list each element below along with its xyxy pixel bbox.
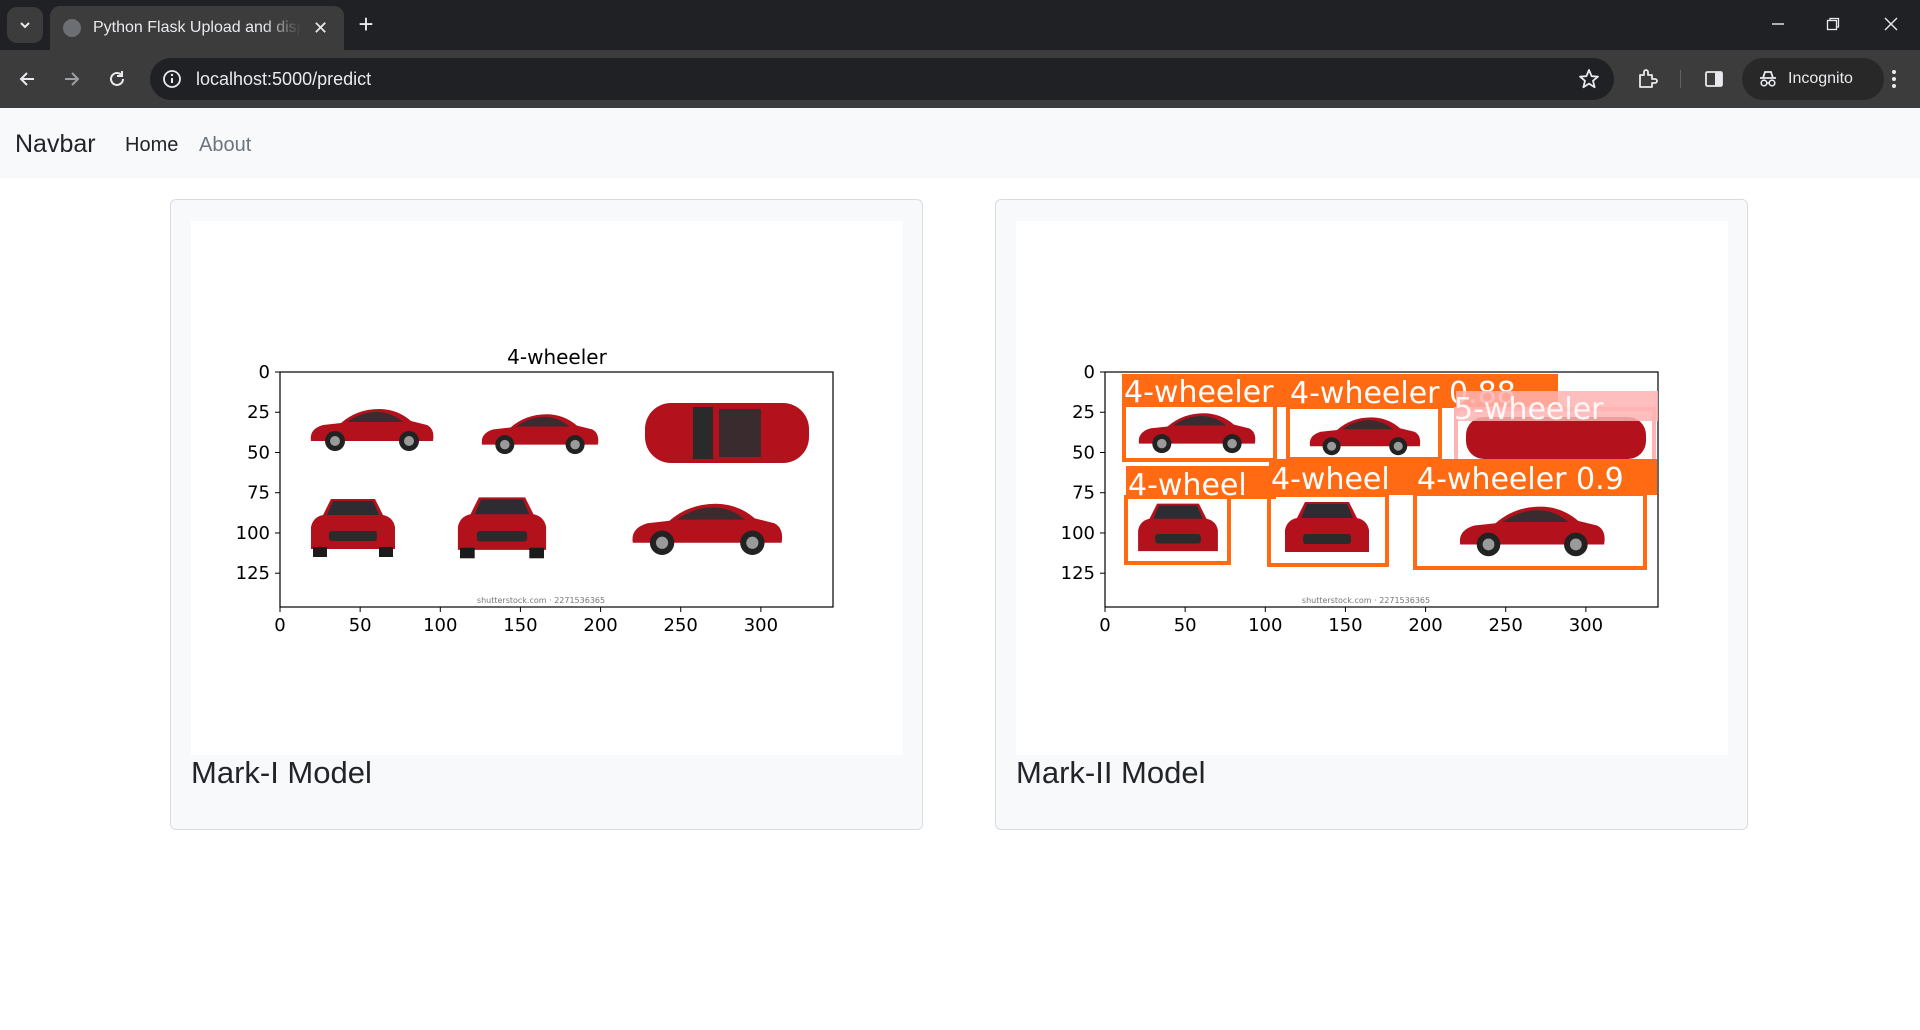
card-title-mark-i: Mark-I Model (191, 755, 372, 790)
site-navbar: Navbar Home About (0, 108, 1920, 178)
window-close-icon[interactable] (1879, 12, 1903, 36)
plot-title: 4-wheeler (507, 345, 607, 369)
star-icon[interactable] (1578, 68, 1600, 95)
image-watermark: shutterstock.com · 2271536365 (477, 596, 605, 605)
navbar-brand[interactable]: Navbar (15, 130, 96, 159)
x-tick-label: 50 (1174, 615, 1197, 636)
y-tick-label: 75 (1072, 483, 1095, 504)
prediction-plot-mark-ii: 4-wheeler 4-wheeler 0.88 5-wheeler 4-whe… (1016, 221, 1728, 755)
x-tick-label: 200 (1408, 615, 1442, 636)
restore-icon[interactable] (1821, 12, 1845, 36)
y-tick-label: 125 (236, 563, 270, 584)
card-mark-i: 4-wheeler shutterstock.com · 2271536365 … (170, 199, 923, 830)
x-axis-ticks: 0 50 100 150 200 250 300 (274, 607, 778, 636)
x-tick-label: 200 (583, 615, 617, 636)
detection-label: 4-wheel (1128, 468, 1247, 503)
nav-link-home[interactable]: Home (125, 134, 178, 157)
y-tick-label: 75 (247, 483, 270, 504)
y-tick-label: 100 (1061, 523, 1095, 544)
y-tick-label: 125 (1061, 563, 1095, 584)
y-tick-label: 50 (1072, 442, 1095, 463)
x-tick-label: 150 (1328, 615, 1362, 636)
y-tick-label: 100 (236, 523, 270, 544)
active-tab[interactable]: Python Flask Upload and display image ✕ (50, 6, 344, 50)
close-icon[interactable]: ✕ (313, 18, 328, 39)
menu-icon[interactable] (1879, 64, 1909, 94)
incognito-badge[interactable]: Incognito (1742, 58, 1884, 100)
y-tick-label: 25 (247, 402, 270, 423)
x-tick-label: 300 (744, 615, 778, 636)
y-tick-label: 0 (259, 362, 270, 383)
tab-title: Python Flask Upload and display image (93, 19, 301, 36)
toolbar-divider (1680, 70, 1681, 88)
nav-link-about[interactable]: About (199, 134, 251, 157)
card-mark-ii: 4-wheeler 4-wheeler 0.88 5-wheeler 4-whe… (995, 199, 1748, 830)
detection-label: 4-wheel (1271, 462, 1390, 497)
browser-toolbar: localhost:5000/predict Incognito (0, 50, 1920, 108)
address-bar[interactable]: localhost:5000/predict (150, 58, 1614, 100)
x-tick-label: 100 (1248, 615, 1282, 636)
x-tick-label: 100 (423, 615, 457, 636)
y-axis-ticks: 0 25 50 75 100 125 (236, 362, 280, 584)
prediction-plot-mark-i: 4-wheeler shutterstock.com · 2271536365 … (191, 221, 903, 755)
y-tick-label: 50 (247, 442, 270, 463)
card-title-mark-ii: Mark-II Model (1016, 755, 1206, 790)
reload-icon[interactable] (102, 64, 132, 94)
y-axis-ticks: 0 25 50 75 100 125 (1061, 362, 1105, 584)
url-text: localhost:5000/predict (196, 69, 372, 89)
y-tick-label: 0 (1084, 362, 1095, 383)
detection-label: 4-wheeler 0.9 (1417, 462, 1624, 497)
side-panel-icon[interactable] (1699, 64, 1729, 94)
info-icon[interactable] (162, 69, 182, 94)
forward-icon[interactable] (57, 64, 87, 94)
detection-label: 5-wheeler (1454, 392, 1604, 427)
x-tick-label: 250 (664, 615, 698, 636)
minimize-icon[interactable] (1766, 12, 1790, 36)
extensions-icon[interactable] (1632, 64, 1662, 94)
y-tick-label: 25 (1072, 402, 1095, 423)
x-tick-label: 0 (1099, 615, 1110, 636)
image-watermark: shutterstock.com · 2271536365 (1302, 596, 1430, 605)
globe-icon (63, 19, 81, 37)
x-tick-label: 50 (349, 615, 372, 636)
x-axis-ticks: 0 50 100 150 200 250 300 (1099, 607, 1603, 636)
x-tick-label: 250 (1489, 615, 1523, 636)
incognito-label: Incognito (1788, 70, 1853, 87)
detection-label: 4-wheeler (1124, 375, 1274, 410)
back-icon[interactable] (12, 64, 42, 94)
tab-search-icon[interactable] (7, 7, 43, 43)
incognito-icon (1758, 70, 1778, 88)
tab-strip: Python Flask Upload and display image ✕ … (0, 0, 1920, 50)
x-tick-label: 0 (274, 615, 285, 636)
plus-icon[interactable]: + (352, 11, 380, 39)
x-tick-label: 300 (1569, 615, 1603, 636)
x-tick-label: 150 (503, 615, 537, 636)
